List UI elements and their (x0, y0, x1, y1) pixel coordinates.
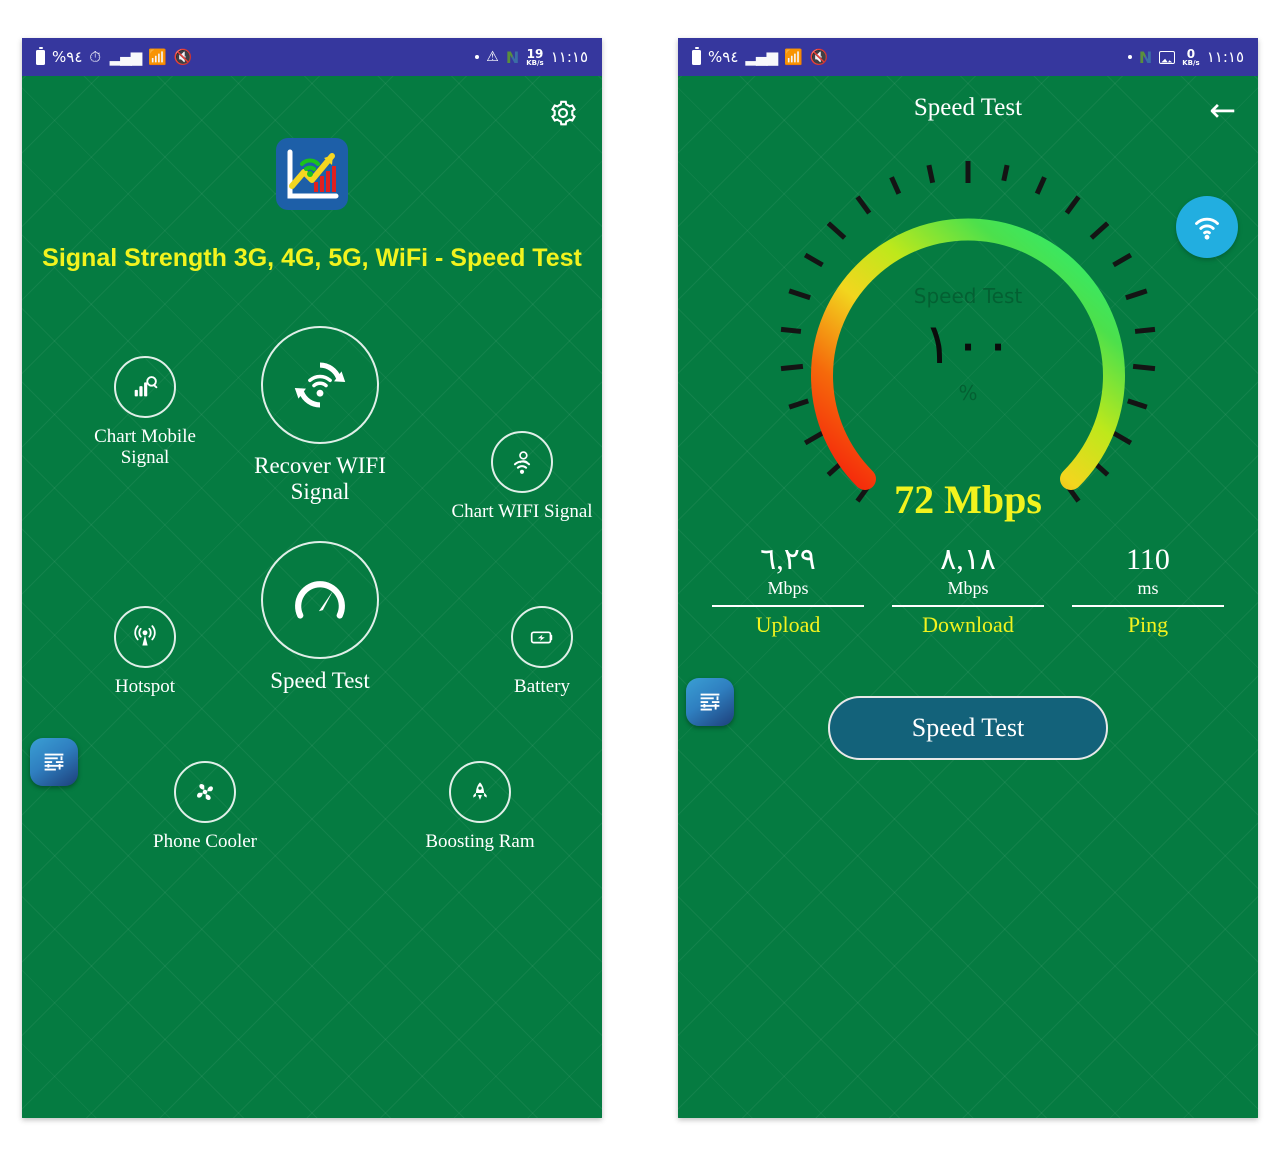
tile-chart-mobile-signal[interactable]: Chart Mobile Signal (80, 356, 210, 469)
speed-test-button[interactable]: Speed Test (828, 696, 1108, 760)
rocket-icon[interactable] (449, 761, 511, 823)
stat-unit: Mbps (947, 577, 989, 598)
n-logo-icon: N (505, 47, 520, 67)
refresh-wifi-icon[interactable] (261, 326, 379, 444)
speedometer-icon[interactable] (261, 541, 379, 659)
stat-ping: 110 ms Ping (1064, 544, 1232, 638)
battery-percent-label: %٩٤ (708, 48, 739, 66)
stat-name: Download (922, 611, 1014, 637)
tile-label: Phone Cooler (153, 831, 257, 852)
tile-label: Recover WIFI Signal (254, 453, 386, 504)
tile-speed-test[interactable]: Speed Test (244, 541, 396, 694)
tile-hotspot[interactable]: Hotspot (80, 606, 210, 697)
battery-percent-label: %٩٤ (52, 48, 83, 66)
tile-label: Chart Mobile Signal (94, 426, 196, 469)
tile-label: Battery (514, 676, 570, 697)
mute-icon: 🔇 (173, 47, 193, 66)
divider (712, 604, 864, 607)
wifi-icon: 📶 (784, 47, 803, 66)
hotspot-antenna-icon[interactable] (114, 606, 176, 668)
fan-icon[interactable] (174, 761, 236, 823)
tile-recover-wifi-signal[interactable]: Recover WIFI Signal (222, 326, 418, 505)
tile-label: Speed Test (270, 668, 370, 693)
tile-chart-wifi-signal[interactable]: Chart WIFI Signal (442, 431, 602, 522)
battery-icon (692, 46, 701, 65)
tile-boosting-ram[interactable]: Boosting Ram (415, 761, 545, 852)
dot-icon (475, 55, 480, 59)
network-rate-value: 0 (1186, 46, 1196, 61)
tile-label: Chart WIFI Signal (451, 501, 593, 522)
app-logo-icon (276, 138, 348, 210)
tile-battery[interactable]: Battery (477, 606, 602, 697)
page-title: Speed Test (913, 94, 1023, 121)
divider (892, 604, 1044, 607)
screenshot-root: %٩٤ ⏱ ▂▄▆ 📶 🔇 ⚠ N 19 KB/s ١١:١٥ Signal S… (0, 0, 1280, 1154)
clock-label: ١١:١٥ (1206, 48, 1244, 66)
speed-test-screen: Speed Test ← Speed Test ١٠٠ % 72 Mbps ٦,… (678, 76, 1258, 1118)
gauge-center-value: ١٠٠ (922, 312, 1014, 377)
signal-bars-icon: ▂▄▆ (745, 47, 778, 66)
dot-icon (1127, 55, 1132, 59)
stat-value: 110 (1126, 543, 1170, 576)
warning-icon: ⚠ (486, 49, 499, 65)
speed-gauge: Speed Test ١٠٠ % (733, 134, 1203, 534)
wifi-search-icon[interactable] (491, 431, 553, 493)
network-rate-indicator: 19 KB/s (526, 48, 543, 67)
image-icon (1159, 50, 1176, 64)
tile-label: Boosting Ram (425, 831, 535, 852)
stat-value: ٨,١٨ (940, 543, 996, 576)
phone-left: %٩٤ ⏱ ▂▄▆ 📶 🔇 ⚠ N 19 KB/s ١١:١٥ Signal S… (22, 38, 602, 1118)
speed-stats-row: ٦,٢٩ Mbps Upload ٨,١٨ Mbps Download 110 … (704, 544, 1232, 638)
wifi-icon: 📶 (148, 47, 167, 66)
network-rate-unit: KB/s (526, 58, 544, 67)
kufic-badge-icon[interactable] (30, 738, 78, 786)
network-rate-indicator: 0 KB/s (1182, 48, 1199, 67)
stat-name: Ping (1127, 611, 1169, 637)
gauge-center-label: Speed Test (913, 284, 1023, 308)
battery-charging-icon[interactable] (511, 606, 573, 668)
signal-bars-icon: ▂▄▆ (109, 47, 143, 66)
stat-unit: Mbps (767, 577, 809, 598)
home-screen: Signal Strength 3G, 4G, 5G, WiFi - Speed… (22, 76, 602, 1118)
page-title: Signal Strength 3G, 4G, 5G, WiFi - Speed… (42, 244, 582, 272)
divider (1072, 604, 1224, 607)
gear-icon[interactable] (548, 98, 578, 128)
signal-bars-icon: ⏱ (89, 47, 103, 66)
status-bar-right: %٩٤ ▂▄▆ 📶 🔇 N 0 KB/s ١١:١٥ (678, 38, 1258, 76)
gauge-center-readout: Speed Test ١٠٠ % (733, 284, 1203, 405)
network-rate-unit: KB/s (1182, 58, 1200, 67)
stat-upload: ٦,٢٩ Mbps Upload (704, 544, 872, 638)
clock-label: ١١:١٥ (550, 48, 588, 66)
gauge-center-unit: % (958, 381, 978, 406)
stat-download: ٨,١٨ Mbps Download (884, 544, 1052, 638)
stat-value: ٦,٢٩ (760, 543, 816, 576)
kufic-badge-icon[interactable] (686, 678, 734, 726)
tile-label: Hotspot (114, 676, 176, 697)
stat-name: Upload (755, 611, 821, 637)
back-arrow-icon[interactable]: ← (1209, 94, 1236, 126)
tile-phone-cooler[interactable]: Phone Cooler (140, 761, 270, 852)
n-logo-icon: N (1138, 47, 1153, 67)
status-bar-left: %٩٤ ⏱ ▂▄▆ 📶 🔇 ⚠ N 19 KB/s ١١:١٥ (22, 38, 602, 76)
signal-chart-search-icon[interactable] (114, 356, 176, 418)
mute-icon: 🔇 (809, 47, 829, 66)
stat-unit: ms (1137, 577, 1159, 598)
phone-right: %٩٤ ▂▄▆ 📶 🔇 N 0 KB/s ١١:١٥ Speed Test ← (678, 38, 1258, 1118)
network-rate-value: 19 (526, 46, 544, 61)
battery-icon (36, 46, 45, 65)
speed-result-label: 72 Mbps (894, 477, 1042, 522)
